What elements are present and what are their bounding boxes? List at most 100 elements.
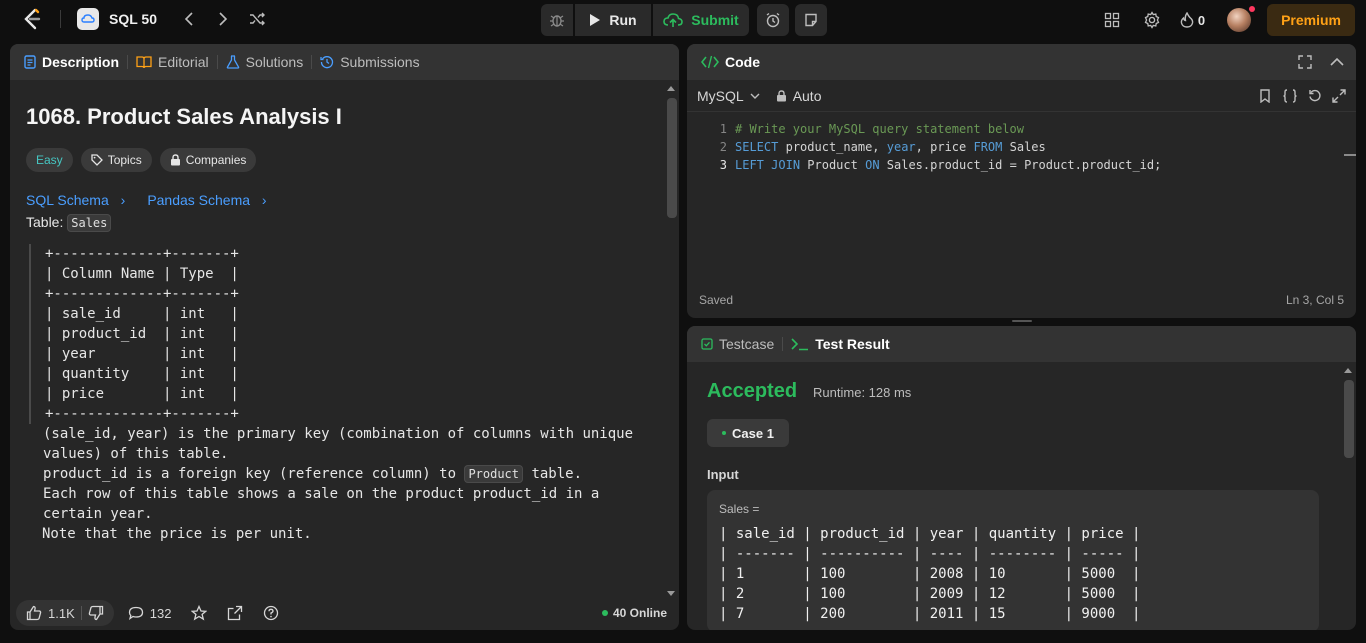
companies-button[interactable]: Companies	[159, 148, 257, 172]
code-line: # Write your MySQL query statement below	[735, 122, 1024, 136]
notes-button[interactable]	[795, 4, 827, 36]
code-panel: Code MySQL Auto 1 # Write your MySQL que…	[687, 44, 1356, 318]
companies-label: Companies	[185, 153, 247, 167]
tab-code[interactable]: Code	[693, 44, 768, 80]
scroll-up-arrow[interactable]	[1344, 368, 1352, 373]
tab-submissions[interactable]: Submissions	[312, 44, 427, 80]
problem-list-title[interactable]: SQL 50	[109, 11, 157, 27]
input-table: | sale_id | product_id | year | quantity…	[719, 526, 1141, 622]
premium-button[interactable]: Premium	[1267, 4, 1355, 36]
comments-button[interactable]: 132	[122, 606, 178, 621]
code-token: ,	[915, 140, 923, 154]
avatar[interactable]	[1227, 6, 1256, 32]
submit-button[interactable]: Submit	[653, 4, 749, 36]
result-panel: Testcase Test Result Accepted Runtime: 1…	[687, 326, 1356, 630]
tab-testcase-label: Testcase	[719, 336, 775, 352]
run-button[interactable]: Run	[575, 4, 651, 36]
collapse-chevron-icon[interactable]	[1330, 57, 1344, 67]
share-icon[interactable]	[221, 605, 249, 621]
lock-icon	[170, 154, 180, 166]
next-question-icon[interactable]	[211, 7, 235, 31]
tab-test-result[interactable]: Test Result	[783, 326, 897, 362]
study-plan-icon[interactable]	[77, 8, 99, 30]
pandas-schema-link[interactable]: Pandas Schema	[147, 192, 266, 208]
history-icon	[320, 56, 334, 69]
topics-button[interactable]: Topics	[80, 148, 152, 172]
auto-mode[interactable]: Auto	[776, 88, 822, 104]
case-1-button[interactable]: Case 1	[707, 419, 789, 447]
prev-question-icon[interactable]	[177, 7, 201, 31]
help-icon[interactable]	[257, 605, 285, 621]
scroll-thumb[interactable]	[1344, 380, 1354, 458]
expand-icon[interactable]	[1332, 88, 1346, 103]
lock-icon	[776, 89, 786, 101]
run-controls: Run Submit	[541, 4, 827, 36]
save-status: Saved	[699, 293, 734, 307]
language-select[interactable]: MySQL	[697, 88, 760, 104]
panel-resize-handle[interactable]	[1012, 320, 1032, 322]
format-braces-icon[interactable]	[1282, 88, 1298, 103]
sql-keyword: FROM	[973, 140, 1003, 154]
tab-editorial-label: Editorial	[158, 54, 209, 70]
description-scrollbar[interactable]	[665, 84, 677, 596]
sql-keyword: JOIN	[771, 158, 801, 172]
code-toolbar: MySQL Auto	[687, 80, 1356, 112]
shuffle-icon[interactable]	[245, 7, 269, 31]
streak-counter[interactable]: 0	[1180, 12, 1205, 28]
description-line: (sale_id, year) is the primary key (comb…	[43, 426, 634, 462]
tab-description[interactable]: Description	[16, 44, 127, 80]
cursor-position: Ln 3, Col 5	[1285, 293, 1344, 307]
description-footer: 1.1K 132 40 Online	[10, 596, 679, 630]
code-editor[interactable]: 1 # Write your MySQL query statement bel…	[687, 116, 1356, 276]
comment-count: 132	[149, 605, 172, 621]
streak-count: 0	[1197, 12, 1206, 28]
table-heading: Table: Sales	[26, 214, 646, 232]
sql-schema-link[interactable]: SQL Schema	[26, 192, 125, 208]
tab-test-result-label: Test Result	[815, 336, 890, 352]
product-chip: Product	[464, 465, 524, 483]
editor-actions	[1258, 88, 1346, 103]
alarm-clock-icon	[766, 12, 780, 28]
tab-solutions[interactable]: Solutions	[218, 44, 312, 80]
timer-button[interactable]	[757, 4, 789, 36]
code-token: =	[1009, 158, 1017, 172]
code-token: product_name,	[785, 140, 880, 154]
line-number: 2	[719, 140, 727, 154]
debug-button[interactable]	[541, 4, 573, 36]
fullscreen-icon[interactable]	[1298, 55, 1312, 69]
code-token: Product.product_id;	[1024, 158, 1162, 172]
code-token: price	[930, 140, 967, 154]
leetcode-logo-icon[interactable]	[20, 7, 44, 31]
case-label: Case 1	[732, 425, 774, 441]
code-line: SELECT product_name, year, price FROM Sa…	[735, 138, 1046, 156]
sql-keyword: SELECT	[735, 140, 779, 154]
sql-keyword: ON	[865, 158, 880, 172]
chevron-down-icon	[750, 93, 760, 99]
favorite-star-icon[interactable]	[185, 605, 213, 621]
bookmark-icon[interactable]	[1258, 88, 1272, 103]
scroll-thumb[interactable]	[667, 98, 677, 218]
notification-dot	[1249, 6, 1256, 12]
tab-testcase[interactable]: Testcase	[693, 326, 782, 362]
tag-icon	[91, 154, 103, 166]
tab-editorial[interactable]: Editorial	[128, 44, 217, 80]
page-title: 1068. Product Sales Analysis I	[26, 104, 342, 129]
like-count: 1.1K	[48, 605, 75, 621]
line-number: 3	[719, 158, 727, 172]
thumbs-up-icon[interactable]	[26, 605, 42, 621]
layout-grid-icon[interactable]	[1100, 8, 1124, 32]
tab-submissions-label: Submissions	[340, 54, 420, 70]
reset-icon[interactable]	[1308, 89, 1322, 103]
table-name-chip: Sales	[67, 214, 112, 232]
play-icon	[590, 14, 601, 26]
case-status-dot	[722, 431, 727, 435]
fire-icon	[1180, 12, 1194, 28]
result-scrollbar[interactable]	[1342, 366, 1354, 628]
scroll-up-arrow[interactable]	[667, 86, 675, 91]
code-token: Sales.product_id	[886, 158, 1003, 172]
thumbs-down-icon[interactable]	[88, 605, 104, 621]
settings-gear-icon[interactable]	[1140, 8, 1164, 32]
checkbox-icon	[701, 338, 713, 350]
